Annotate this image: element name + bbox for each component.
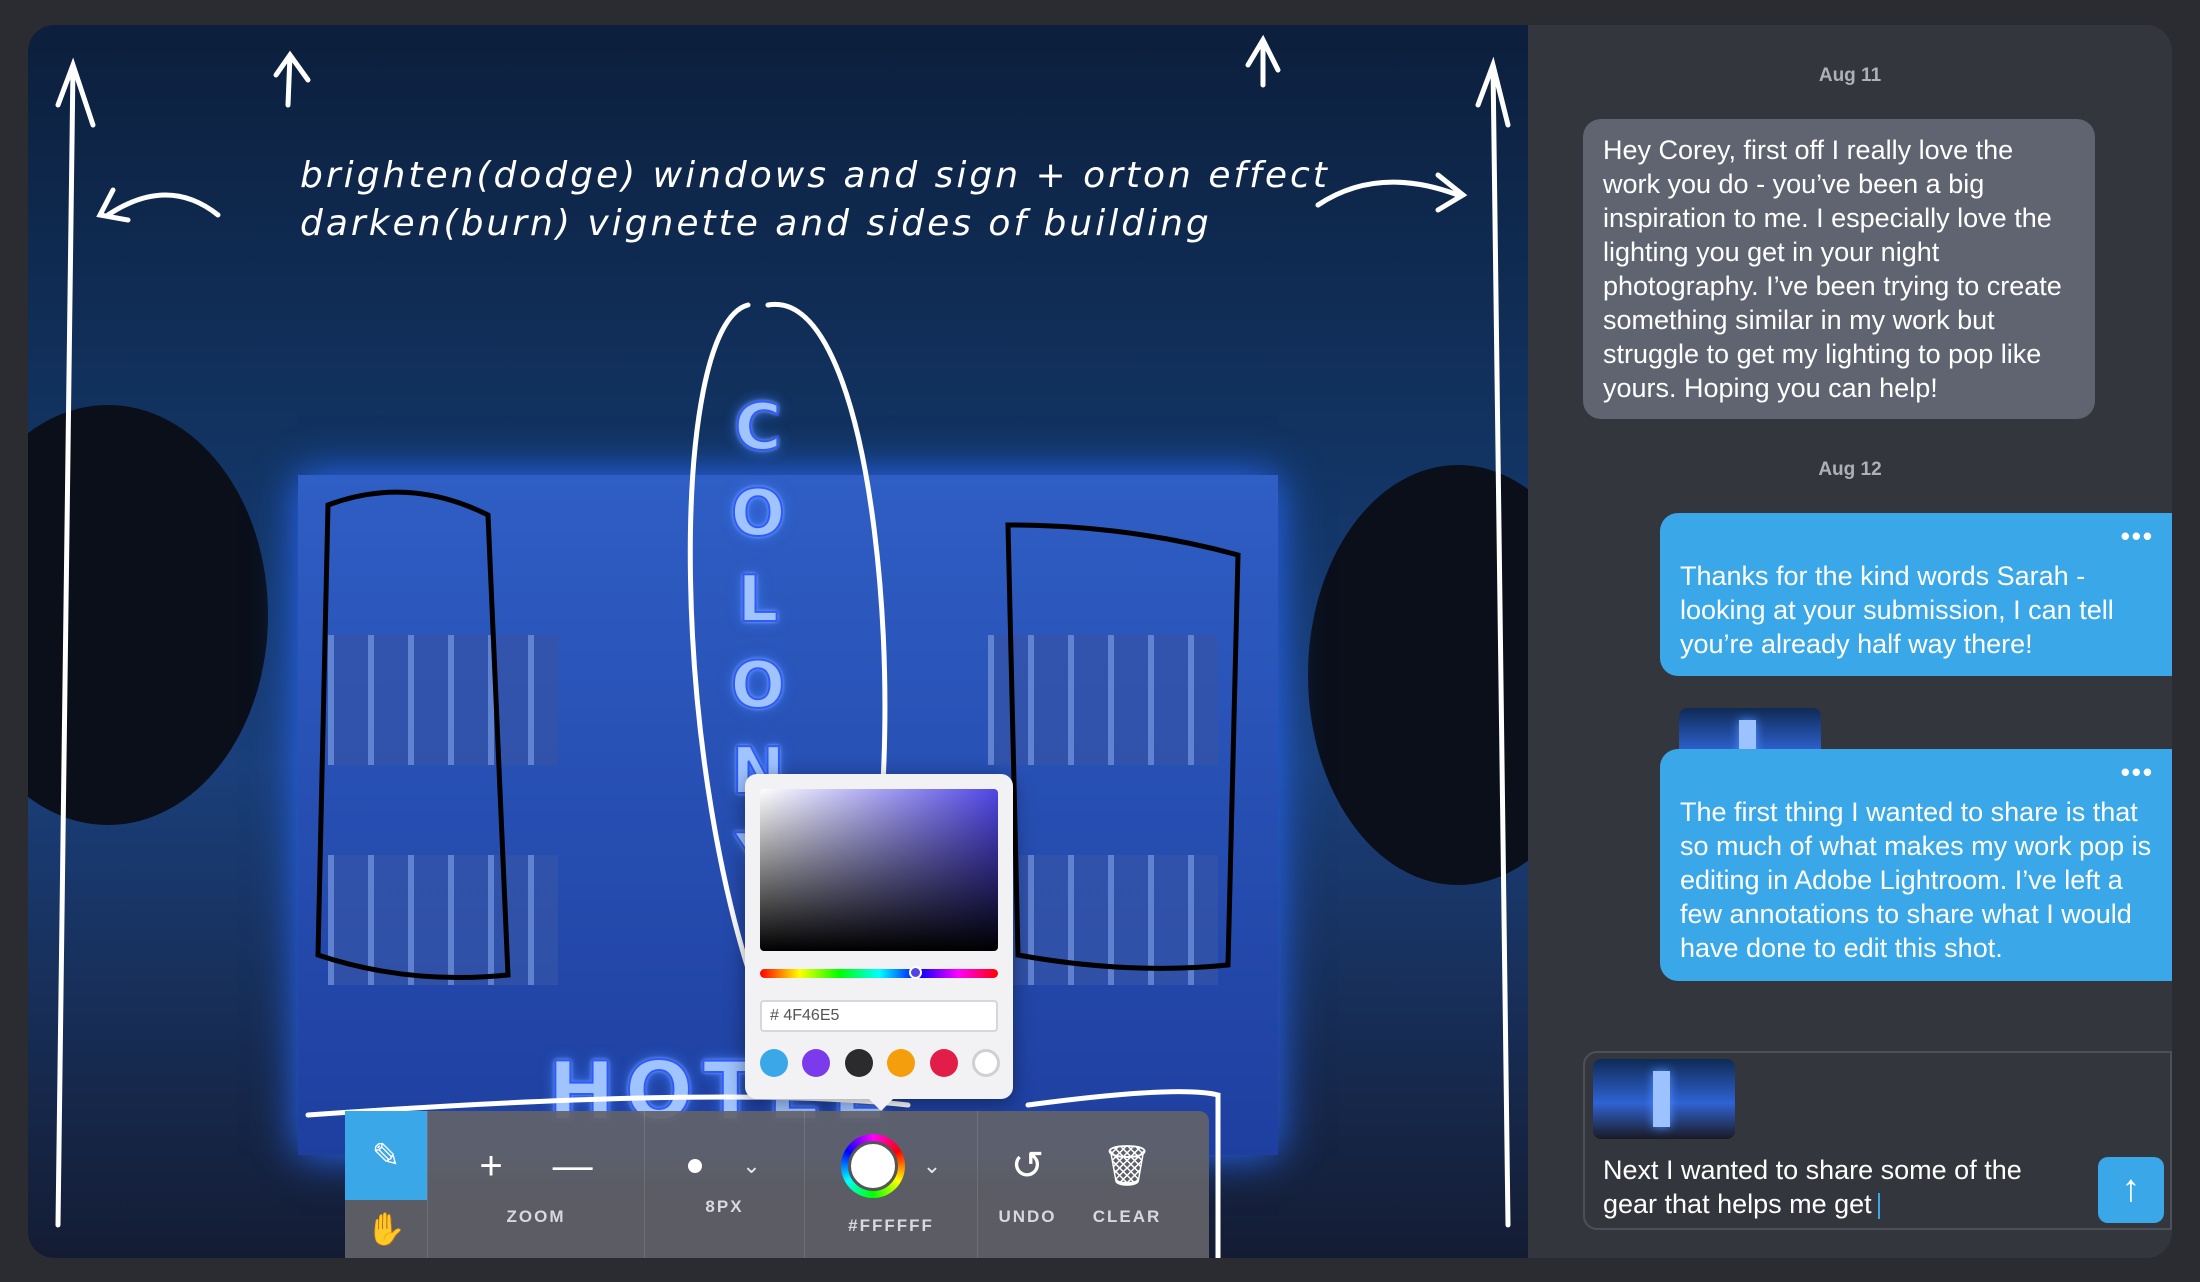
- color-swatch[interactable]: [887, 1049, 916, 1077]
- attachment-thumbnail[interactable]: [1593, 1059, 1735, 1139]
- tool-switcher: ✎ ✋: [345, 1111, 427, 1258]
- clear-button[interactable]: 🗑 CLEAR: [1077, 1111, 1177, 1258]
- message-composer[interactable]: Next I wanted to share some of the gear …: [1583, 1051, 2172, 1230]
- brush-size-label: 8PX: [705, 1196, 744, 1216]
- zoom-group: + — ZOOM: [427, 1111, 644, 1258]
- color-picker-popover: # 4F46E5: [745, 774, 1013, 1111]
- drawing-toolbar: ✎ ✋ + — ZOOM ⌄ 8PX ⌄ #FFFFFF ↺ UNDO 🗑 CLE…: [345, 1111, 1209, 1258]
- more-options-icon[interactable]: •••: [2121, 755, 2154, 789]
- chevron-down-icon: ⌄: [742, 1152, 761, 1178]
- trash-icon: 🗑: [1101, 1143, 1153, 1188]
- hue-slider[interactable]: [760, 966, 998, 979]
- hex-input[interactable]: # 4F46E5: [760, 1000, 998, 1032]
- brush-dot-icon: [688, 1158, 703, 1173]
- annotation-text: darken(burn) vignette and sides of build…: [300, 203, 1212, 244]
- color-swatch[interactable]: [929, 1049, 958, 1077]
- color-swatch[interactable]: [802, 1049, 831, 1077]
- text-caret: [1877, 1192, 1880, 1219]
- more-options-icon[interactable]: •••: [2121, 519, 2154, 553]
- sent-message: ••• The first thing I wanted to share is…: [1660, 749, 2172, 981]
- saturation-value-area[interactable]: [760, 789, 998, 951]
- arrow-up-icon: ↑: [2121, 1168, 2141, 1210]
- message-text: The first thing I wanted to share is tha…: [1680, 797, 2152, 963]
- pencil-icon[interactable]: ✎: [345, 1111, 427, 1200]
- message-input[interactable]: Next I wanted to share some of the gear …: [1603, 1153, 2063, 1221]
- undo-icon: ↺: [1010, 1143, 1045, 1188]
- date-separator: Aug 12: [1818, 459, 1882, 480]
- date-separator: Aug 11: [1818, 65, 1882, 86]
- hand-icon[interactable]: ✋: [345, 1200, 427, 1258]
- zoom-in-button[interactable]: +: [479, 1143, 502, 1189]
- clear-label: CLEAR: [1092, 1206, 1162, 1226]
- annotation-text: brighten(dodge) windows and sign + orton…: [300, 155, 1330, 196]
- zoom-out-button[interactable]: —: [553, 1143, 593, 1189]
- color-swatch[interactable]: [971, 1049, 1000, 1077]
- message-text: Thanks for the kind words Sarah - lookin…: [1680, 561, 2114, 659]
- app-window: COLONY HOTEL brighten(dodge) windows and…: [28, 25, 2172, 1258]
- arrow-stroke: [55, 57, 96, 1228]
- color-dropdown[interactable]: ⌄ #FFFFFF: [804, 1111, 977, 1258]
- swatch-row: [760, 1049, 1000, 1077]
- chat-panel: Aug 11 Hey Corey, first off I really lov…: [1528, 25, 2172, 1258]
- sent-message: ••• Thanks for the kind words Sarah - lo…: [1660, 513, 2172, 676]
- color-swatch[interactable]: [760, 1049, 788, 1077]
- undo-label: UNDO: [998, 1206, 1057, 1226]
- color-label: #FFFFFF: [848, 1215, 934, 1235]
- hue-slider-handle[interactable]: [908, 966, 922, 979]
- undo-button[interactable]: ↺ UNDO: [977, 1111, 1077, 1258]
- brush-size-dropdown[interactable]: ⌄ 8PX: [644, 1111, 804, 1258]
- color-wheel-icon: [840, 1133, 905, 1198]
- received-message: Hey Corey, first off I really love the w…: [1583, 119, 2095, 419]
- zoom-label: ZOOM: [506, 1206, 566, 1226]
- color-swatch[interactable]: [844, 1049, 873, 1077]
- arrow-stroke: [1475, 56, 1511, 1228]
- chevron-down-icon: ⌄: [922, 1152, 942, 1178]
- message-input-text: Next I wanted to share some of the gear …: [1603, 1155, 2022, 1219]
- send-button[interactable]: ↑: [2098, 1157, 2164, 1223]
